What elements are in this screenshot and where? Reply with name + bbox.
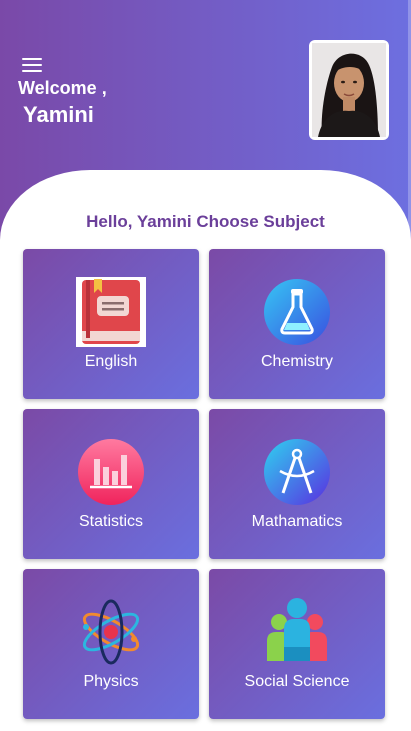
people-icon <box>267 598 327 661</box>
book-icon <box>76 277 146 347</box>
subject-tile-mathamatics[interactable]: Mathamatics <box>209 409 385 559</box>
subject-label: English <box>84 353 138 370</box>
subject-tile-chemistry[interactable]: Chemistry <box>209 249 385 399</box>
subject-label: Statistics <box>78 513 143 530</box>
subject-tile-statistics[interactable]: Statistics <box>23 409 199 559</box>
subject-label: Chemistry <box>260 353 333 370</box>
subject-tile-english[interactable]: English <box>23 249 199 399</box>
profile-photo <box>312 43 386 137</box>
subject-label: Social Science <box>244 673 350 690</box>
compass-icon <box>264 439 330 505</box>
welcome-text: Welcome , <box>18 78 107 98</box>
hamburger-menu-icon[interactable] <box>22 57 42 73</box>
atom-icon <box>82 599 140 665</box>
subject-label: Physics <box>83 673 139 690</box>
avatar[interactable] <box>309 40 389 140</box>
choose-subject-prompt: Hello, Yamini Choose Subject <box>86 212 325 231</box>
bar-chart-icon <box>78 439 144 505</box>
subject-tile-physics[interactable]: Physics <box>23 569 199 719</box>
flask-icon <box>264 279 330 345</box>
subject-label: Mathamatics <box>251 513 343 530</box>
subject-tile-social-science[interactable]: Social Science <box>209 569 385 719</box>
user-name: Yamini <box>23 102 94 127</box>
